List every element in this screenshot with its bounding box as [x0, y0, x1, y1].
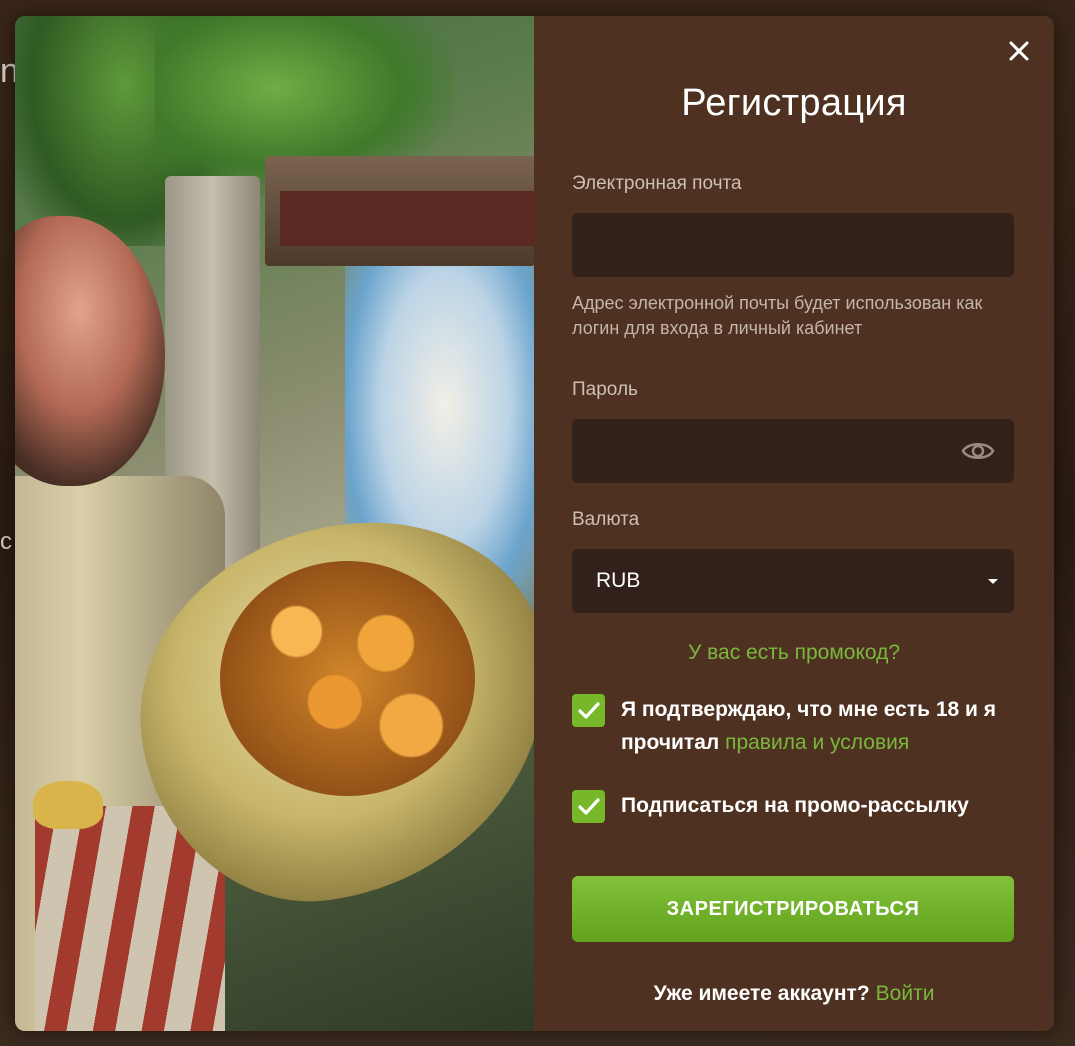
newsletter-checkbox[interactable]: [572, 790, 605, 823]
gold-coins: [220, 561, 475, 796]
terms-text: Я подтверждаю, что мне есть 18 и я прочи…: [621, 693, 1016, 759]
eye-icon: [961, 443, 995, 459]
login-prompt: Уже имеете аккаунт? Войти: [572, 982, 1016, 1006]
modal-title: Регистрация: [681, 82, 907, 124]
close-icon: [1009, 41, 1029, 61]
currency-selected-value: RUB: [596, 569, 641, 592]
currency-select[interactable]: RUB: [572, 549, 1014, 613]
promo-code-link[interactable]: У вас есть промокод?: [572, 641, 1016, 665]
register-button[interactable]: ЗАРЕГИСТРИРОВАТЬСЯ: [572, 876, 1014, 942]
close-button[interactable]: [1004, 36, 1034, 66]
character-head: [15, 216, 165, 486]
email-label: Электронная почта: [572, 173, 742, 194]
email-hint: Адрес электронной почты будет использова…: [572, 293, 983, 338]
chevron-down-icon: [988, 578, 998, 584]
checkmark-icon: [577, 701, 600, 719]
terms-link[interactable]: правила и условия: [725, 731, 909, 754]
terms-checkbox[interactable]: [572, 694, 605, 727]
login-prompt-text: Уже имеете аккаунт?: [653, 982, 870, 1005]
email-field[interactable]: [572, 213, 1014, 277]
registration-modal: Регистрация Электронная почта Адрес элек…: [15, 16, 1054, 1031]
background-text-fragment: c: [0, 528, 12, 555]
currency-label: Валюта: [572, 509, 640, 530]
password-label: Пароль: [572, 379, 638, 400]
promo-illustration: [15, 16, 534, 1031]
password-wrapper: [572, 419, 1016, 483]
skull-buckle: [33, 781, 103, 829]
newsletter-row: Подписаться на промо-рассылку: [572, 789, 1016, 823]
checkmark-icon: [577, 797, 600, 815]
password-field[interactable]: [572, 419, 1014, 483]
show-password-button[interactable]: [960, 435, 996, 467]
login-link[interactable]: Войти: [876, 982, 935, 1005]
registration-form: Регистрация Электронная почта Адрес элек…: [534, 16, 1054, 1031]
newsletter-label: Подписаться на промо-рассылку: [621, 794, 969, 817]
terms-row: Я подтверждаю, что мне есть 18 и я прочи…: [572, 693, 1016, 759]
